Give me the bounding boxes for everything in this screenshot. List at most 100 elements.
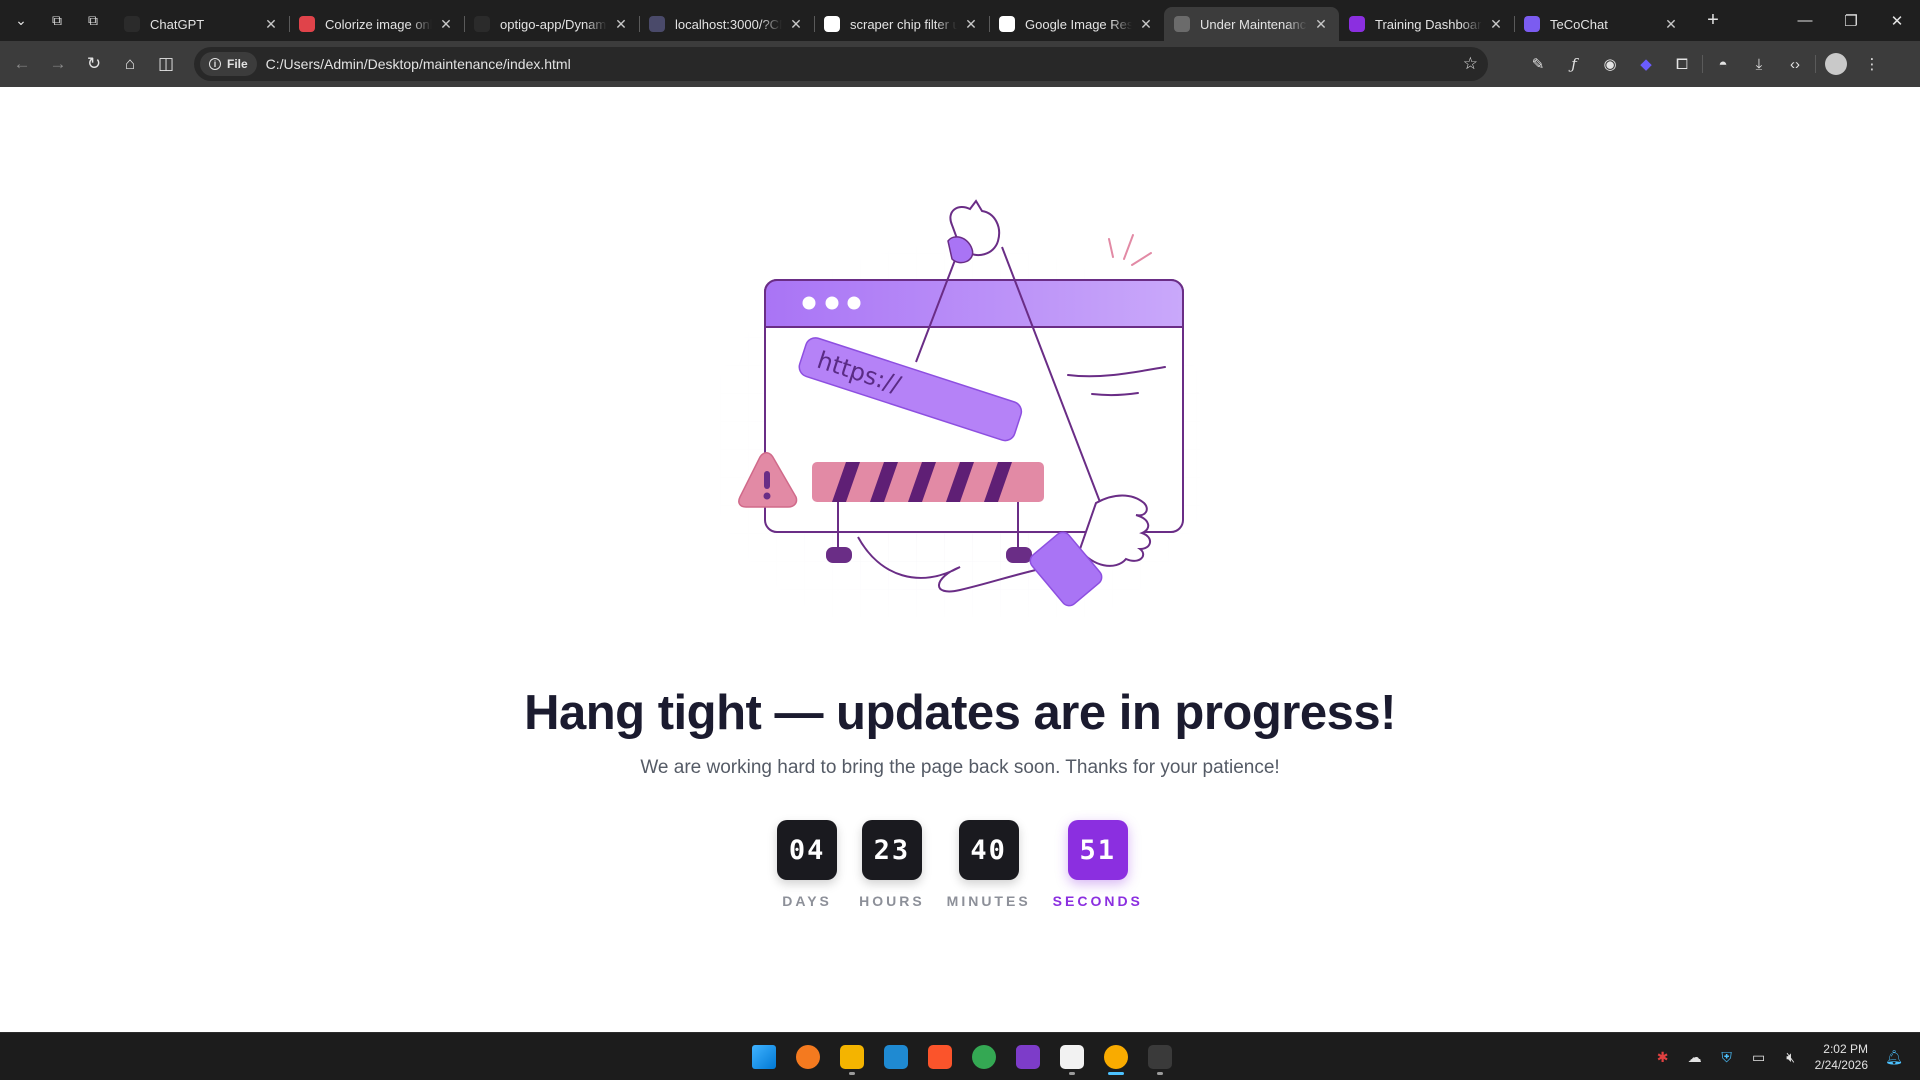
- countdown-timer: 04 DAYS 23 HOURS 40 MINUTES 51 SECONDS: [0, 820, 1920, 909]
- browser-tab[interactable]: ChatGPT ✕: [114, 7, 289, 41]
- extensions-puzzle-icon[interactable]: ⧠: [1664, 56, 1700, 73]
- clock-date: 2/24/2026: [1814, 1058, 1868, 1072]
- running-indicator: [1157, 1072, 1163, 1075]
- tab-close-icon[interactable]: ✕: [438, 16, 454, 33]
- menu-kebab-icon[interactable]: ⋮: [1854, 55, 1890, 73]
- tab-close-icon[interactable]: ✕: [1138, 16, 1154, 33]
- window-dot-1: [802, 296, 816, 310]
- tray-app-icon[interactable]: ✱: [1647, 1049, 1679, 1066]
- running-indicator: [1108, 1072, 1124, 1075]
- taskbar-app[interactable]: [1050, 1039, 1094, 1075]
- tab-title: TeCoChat: [1550, 16, 1608, 32]
- reload-icon[interactable]: ↻: [76, 46, 112, 82]
- url-text[interactable]: C:/Users/Admin/Desktop/maintenance/index…: [266, 56, 571, 72]
- tab-close-icon[interactable]: ✕: [1488, 16, 1504, 33]
- vscode-icon: [884, 1045, 908, 1069]
- extension-gem-icon[interactable]: ◆: [1628, 55, 1664, 73]
- address-bar[interactable]: i File C:/Users/Admin/Desktop/maintenanc…: [194, 47, 1488, 81]
- tab-close-icon[interactable]: ✕: [263, 16, 279, 33]
- terminal-icon: [1148, 1045, 1172, 1069]
- visual-studio-icon: [1016, 1045, 1040, 1069]
- browser-tab[interactable]: Under Maintenance ✕: [1164, 7, 1339, 41]
- countdown-seconds: 51 SECONDS: [1053, 820, 1143, 909]
- minimize-icon[interactable]: —: [1782, 0, 1828, 41]
- network-icon[interactable]: ▭: [1743, 1049, 1775, 1066]
- tab-close-icon[interactable]: ✕: [788, 16, 804, 33]
- taskbar-app[interactable]: [918, 1039, 962, 1075]
- google-icon: [999, 16, 1015, 32]
- browser-toolbar: ← → ↻ ⌂ ◫ i File C:/Users/Admin/Desktop/…: [0, 41, 1920, 87]
- taskbar-apps: [742, 1039, 1182, 1075]
- taskbar-app[interactable]: [1094, 1039, 1138, 1075]
- taskbar-app[interactable]: [1138, 1039, 1182, 1075]
- notification-bell-icon[interactable]: 🔔︎: [1878, 1049, 1910, 1066]
- compass-app-icon: [796, 1045, 820, 1069]
- browser-tab[interactable]: scraper chip filter ui ✕: [814, 7, 989, 41]
- globe-icon: [1174, 16, 1190, 32]
- function-icon[interactable]: ƒ: [1556, 55, 1592, 73]
- browser-tab[interactable]: TeCoChat ✕: [1514, 7, 1689, 41]
- incognito-icon[interactable]: ◓: [1705, 56, 1741, 73]
- tab-title: optigo-app/DynamicR: [500, 16, 607, 32]
- tab-close-icon[interactable]: ✕: [1313, 16, 1329, 33]
- chat-icon: [1524, 16, 1540, 32]
- countdown-hours: 23 HOURS: [859, 820, 925, 909]
- bookmark-star-icon[interactable]: ☆: [1463, 54, 1478, 74]
- google-icon: [824, 16, 840, 32]
- browser-tab[interactable]: optigo-app/DynamicR ✕: [464, 7, 639, 41]
- countdown-seconds-value: 51: [1067, 820, 1128, 880]
- browser-tab[interactable]: Colorize image online ✕: [289, 7, 464, 41]
- countdown-hours-value: 23: [861, 820, 922, 880]
- tab-title: Google Image Results: [1025, 16, 1132, 32]
- forward-icon[interactable]: →: [40, 46, 76, 82]
- running-indicator: [1069, 1072, 1075, 1075]
- home-icon[interactable]: ⌂: [112, 46, 148, 82]
- countdown-seconds-label: SECONDS: [1052, 893, 1143, 909]
- profile-avatar[interactable]: [1825, 53, 1847, 75]
- system-tray: ✱ ☁ ⛨ ▭ 🔇︎ 2:02 PM 2/24/2026 🔔︎: [1647, 1033, 1910, 1081]
- maintenance-page: https:// Hang tight — updates are in pro…: [0, 87, 1920, 1032]
- close-window-icon[interactable]: ✕: [1874, 0, 1920, 41]
- barrier-foot-left: [826, 547, 852, 563]
- wsl-terminal-icon: [1060, 1045, 1084, 1069]
- tab-close-icon[interactable]: ✕: [613, 16, 629, 33]
- warning-mark: [764, 471, 770, 489]
- taskbar-app[interactable]: [742, 1039, 786, 1075]
- window-dot-2: [825, 296, 839, 310]
- windows-taskbar: ✱ ☁ ⛨ ▭ 🔇︎ 2:02 PM 2/24/2026 🔔︎: [0, 1032, 1920, 1080]
- toolbar-divider-2: [1815, 55, 1816, 73]
- tray-security-icon[interactable]: ⛨: [1711, 1049, 1743, 1066]
- tab-title: localhost:3000/?CN=: [675, 16, 782, 32]
- new-tab-button[interactable]: +: [1699, 9, 1727, 32]
- file-explorer-icon: [840, 1045, 864, 1069]
- site-info-chip[interactable]: i File: [200, 52, 257, 76]
- restore-icon[interactable]: ❐: [1828, 0, 1874, 41]
- tab-group-icon[interactable]: ⧉: [42, 6, 72, 36]
- volume-muted-icon[interactable]: 🔇︎: [1775, 1049, 1807, 1066]
- camera-icon[interactable]: ◉: [1592, 55, 1628, 73]
- taskbar-app[interactable]: [962, 1039, 1006, 1075]
- taskbar-app[interactable]: [830, 1039, 874, 1075]
- browser-tab[interactable]: Google Image Results ✕: [989, 7, 1164, 41]
- taskbar-clock[interactable]: 2:02 PM 2/24/2026: [1815, 1041, 1868, 1073]
- pen-icon[interactable]: ✎: [1520, 55, 1556, 73]
- browser-tab[interactable]: localhost:3000/?CN= ✕: [639, 7, 814, 41]
- tray-cloud-icon[interactable]: ☁: [1679, 1049, 1711, 1066]
- tab-search-chevron-icon[interactable]: ⌄: [6, 6, 36, 36]
- devtools-icon[interactable]: ‹›: [1777, 56, 1813, 73]
- download-icon[interactable]: ⤓: [1741, 56, 1777, 73]
- taskbar-app[interactable]: [1006, 1039, 1050, 1075]
- tab-close-icon[interactable]: ✕: [1663, 16, 1679, 33]
- back-icon[interactable]: ←: [4, 46, 40, 82]
- tab-group-icon-2[interactable]: ⧉: [78, 6, 108, 36]
- countdown-days-value: 04: [777, 820, 838, 880]
- taskbar-app[interactable]: [874, 1039, 918, 1075]
- chrome-canary-icon: [1104, 1045, 1128, 1069]
- browser-tab[interactable]: Training Dashboard ✕: [1339, 7, 1514, 41]
- tab-close-icon[interactable]: ✕: [963, 16, 979, 33]
- chatgpt-icon: [124, 16, 140, 32]
- split-view-icon[interactable]: ◫: [148, 46, 184, 82]
- tab-title: Colorize image online: [325, 16, 432, 32]
- taskbar-app[interactable]: [786, 1039, 830, 1075]
- maintenance-illustration: https://: [720, 199, 1200, 617]
